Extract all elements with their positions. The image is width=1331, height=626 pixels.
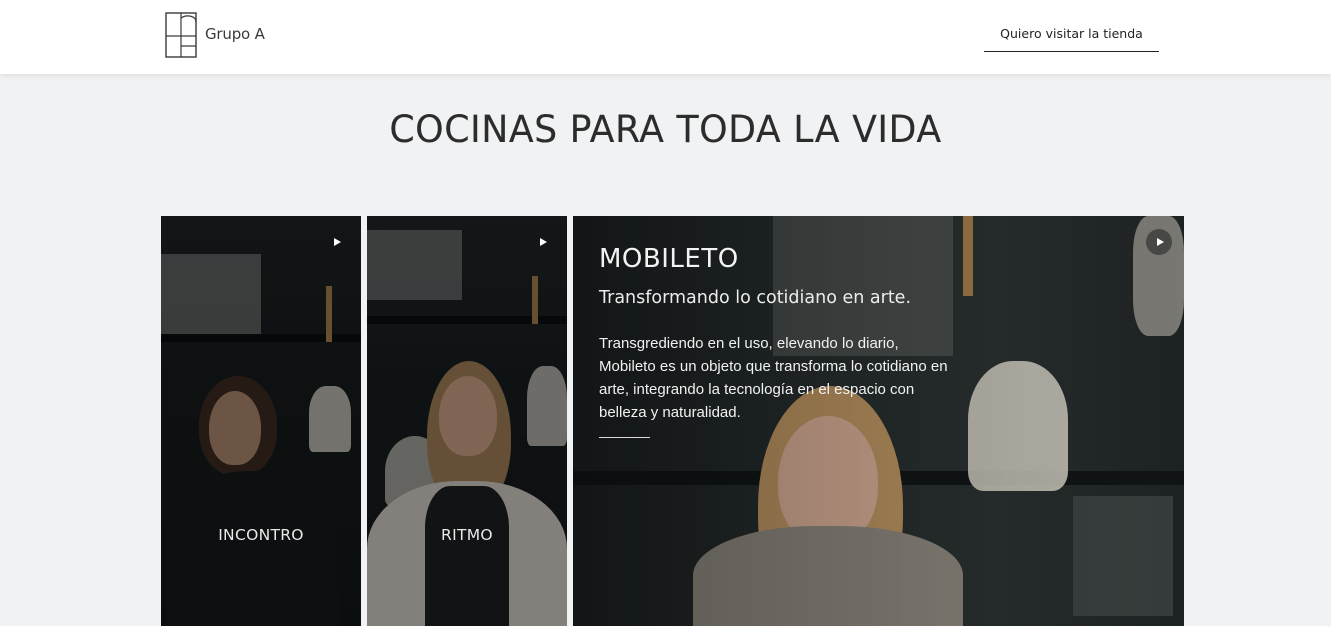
featured-description: Transgrediendo en el uso, elevando lo di… <box>599 335 948 421</box>
logo-text: Grupo A <box>205 25 265 43</box>
video-card-mobileto[interactable]: MOBILETO Transformando lo cotidiano en a… <box>573 216 1184 626</box>
play-icon <box>1156 238 1164 246</box>
site-header: Grupo A Quiero visitar la tienda <box>0 0 1331 74</box>
logo-mark-icon <box>165 12 197 58</box>
divider <box>599 437 650 438</box>
video-thumbnail <box>367 216 567 626</box>
video-thumbnail <box>161 216 361 626</box>
play-icon <box>333 238 341 246</box>
logo-link[interactable]: Grupo A <box>165 12 265 58</box>
featured-subtitle: Transformando lo cotidiano en arte. <box>599 288 912 308</box>
page-title: COCINAS PARA TODA LA VIDA <box>389 108 942 151</box>
play-button[interactable] <box>323 229 349 255</box>
visit-store-link[interactable]: Quiero visitar la tienda <box>984 24 1159 52</box>
featured-title: MOBILETO <box>599 244 739 274</box>
play-icon <box>539 238 547 246</box>
play-button[interactable] <box>1146 229 1172 255</box>
card-label: RITMO <box>441 526 493 544</box>
video-card-incontro[interactable]: INCONTRO <box>161 216 361 626</box>
video-card-ritmo[interactable]: RITMO <box>367 216 567 626</box>
card-label: INCONTRO <box>218 526 304 544</box>
play-button[interactable] <box>529 229 555 255</box>
